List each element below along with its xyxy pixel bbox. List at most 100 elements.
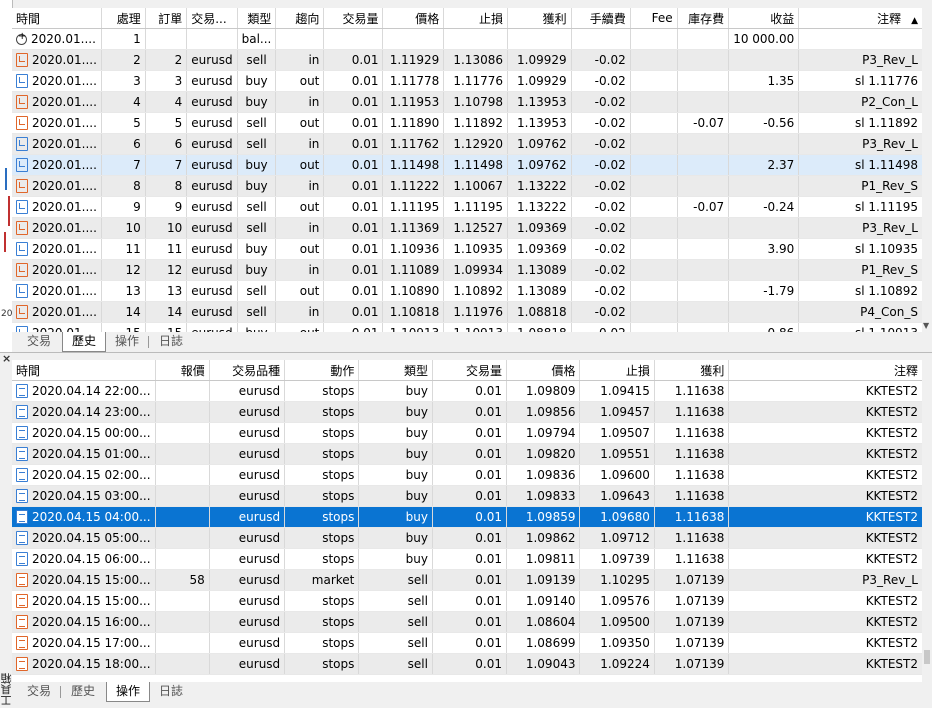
tab-journal[interactable]: 日誌	[150, 682, 192, 701]
table-cell: 0.01	[323, 70, 384, 92]
table-row[interactable]: 2020.01.... 14 14 eurusd sell in 0.01 1.10818 1.…	[12, 301, 923, 323]
column-header[interactable]: 注釋 ▲	[798, 8, 923, 29]
tab-label: 操作	[116, 684, 141, 698]
table-cell	[630, 238, 678, 260]
table-row[interactable]: 2020.01.... 8 8 eurusd buy in 0.01 1.11222 1.100…	[12, 175, 923, 197]
column-header[interactable]: 交易品種	[209, 360, 286, 381]
table-cell: 1.09712	[579, 527, 655, 549]
column-header[interactable]: 手續費	[571, 8, 631, 29]
table-row[interactable]: 2020.01.... 13 13 eurusd sell out 0.01 1.10890 1…	[12, 280, 923, 302]
table-cell	[630, 280, 678, 302]
tab-history[interactable]: 歷史	[62, 682, 104, 701]
column-header[interactable]: 時間	[12, 8, 103, 29]
table-row[interactable]: 2020.01.... 2 2 eurusd sell in 0.01 1.11929 1.13…	[12, 49, 923, 71]
table-row[interactable]: 2020.01.... 3 3 eurusd buy out 0.01 1.11778 1.11…	[12, 70, 923, 92]
table-row[interactable]: 2020.04.15 05:00... eurusd stops buy 0.01 1.0…	[12, 527, 923, 549]
column-header[interactable]: 交易量	[432, 360, 507, 381]
table-cell: 2020.01....	[12, 259, 103, 281]
table-row[interactable]: 2020.04.15 17:00... eurusd stops sell 0.01 1.…	[12, 632, 923, 654]
table-cell: 0.01	[432, 422, 507, 444]
table-cell: 1.11498	[382, 154, 445, 176]
table-cell: 0.01	[323, 280, 384, 302]
cell-text: sell	[246, 53, 267, 67]
table-cell	[630, 112, 678, 134]
table-cell: buy	[358, 401, 433, 423]
column-header[interactable]: 交易量	[323, 8, 384, 29]
table-row[interactable]: 2020.01.... 5 5 eurusd sell out 0.01 1.11890 1.1…	[12, 112, 923, 134]
history-scrollbar[interactable]: ▼	[922, 8, 932, 332]
cell-text: 2	[133, 53, 141, 67]
scroll-down-arrow[interactable]: ▼	[923, 321, 929, 330]
column-header[interactable]: 趨向	[275, 8, 325, 29]
column-header[interactable]: 價格	[506, 360, 581, 381]
column-header[interactable]: 獲利	[654, 360, 730, 381]
table-row[interactable]: 2020.01.... 1 bal... 10 000.00	[12, 28, 923, 50]
cell-text: 2020.04.14 22:00...	[32, 384, 151, 398]
column-header[interactable]: 注釋	[728, 360, 923, 381]
tab-history[interactable]: 歷史	[62, 332, 107, 352]
table-row[interactable]: 2020.04.15 16:00... eurusd stops sell 0.01 1.…	[12, 611, 923, 633]
cell-text: bal...	[241, 32, 272, 46]
tab-trade[interactable]: 交易	[18, 682, 60, 701]
cell-text: 0.01	[475, 405, 502, 419]
column-header[interactable]: Fee	[630, 8, 678, 29]
cell-text: 1.09833	[525, 489, 576, 503]
table-row[interactable]: 2020.04.15 02:00... eurusd stops buy 0.01 1.0…	[12, 464, 923, 486]
column-header[interactable]: 類型	[358, 360, 433, 381]
table-cell: eurusd	[209, 548, 286, 570]
buy-deal-icon	[16, 158, 28, 172]
table-row[interactable]: 2020.04.14 22:00... eurusd stops buy 0.01 1.0…	[12, 380, 923, 402]
tab-operations[interactable]: 操作	[106, 682, 151, 702]
tab-trade[interactable]: 交易	[18, 332, 60, 351]
table-row[interactable]: 2020.04.15 04:00... eurusd stops buy 0.01 1.0…	[12, 506, 923, 528]
orders-scrollbar[interactable]	[922, 360, 932, 682]
table-row[interactable]: 2020.04.15 15:00... eurusd stops sell 0.01 1.…	[12, 590, 923, 612]
table-row[interactable]: 2020.01.... 11 11 eurusd buy out 0.01 1.10936 1.…	[12, 238, 923, 260]
table-row[interactable]: 2020.04.15 01:00... eurusd stops buy 0.01 1.0…	[12, 443, 923, 465]
scroll-thumb[interactable]	[924, 650, 930, 664]
table-row[interactable]: 2020.01.... 9 9 eurusd sell out 0.01 1.11195 1.1…	[12, 196, 923, 218]
table-cell: KKTEST2	[728, 485, 923, 507]
column-header[interactable]: 止損	[443, 8, 508, 29]
table-row[interactable]: 2020.01.... 7 7 eurusd buy out 0.01 1.11498 1.11…	[12, 154, 923, 176]
table-row[interactable]: 2020.04.15 00:00... eurusd stops buy 0.01 1.0…	[12, 422, 923, 444]
table-cell: 3	[101, 70, 146, 92]
column-header[interactable]: 收益	[728, 8, 800, 29]
column-header[interactable]: 價格	[382, 8, 445, 29]
table-cell: sell	[237, 196, 277, 218]
cell-text: 2020.01....	[32, 284, 97, 298]
table-row[interactable]: 2020.01....1515eurusdbuyout0.011.109131.…	[12, 322, 923, 332]
column-header[interactable]: 處理	[101, 8, 146, 29]
table-row[interactable]: 2020.04.15 18:00... eurusd stops sell 0.01 1.…	[12, 653, 923, 675]
tab-operations[interactable]: 操作	[106, 332, 148, 351]
column-header[interactable]: 類型	[237, 8, 277, 29]
column-header[interactable]: 交易...	[186, 8, 238, 29]
table-cell: 2020.04.15 16:00...	[12, 611, 156, 633]
column-header[interactable]: 時間	[12, 360, 156, 381]
column-header[interactable]: 庫存費	[677, 8, 730, 29]
cell-text: 7	[174, 158, 183, 172]
table-cell: 1.11638	[654, 506, 730, 528]
table-row[interactable]: 2020.04.15 15:00... 58 eurusd market sell 0.0…	[12, 569, 923, 591]
table-row[interactable]: 2020.01.... 10 10 eurusd sell in 0.01 1.11369 1.…	[12, 217, 923, 239]
table-row[interactable]: 2020.04.14 23:00... eurusd stops buy 0.01 1.0…	[12, 401, 923, 423]
table-row[interactable]: 2020.01.... 12 12 eurusd buy in 0.01 1.11089 1.0…	[12, 259, 923, 281]
table-cell: buy	[237, 70, 277, 92]
table-row[interactable]: 2020.04.15 06:00... eurusd stops buy 0.01 1.0…	[12, 548, 923, 570]
column-header[interactable]: 訂單	[145, 8, 188, 29]
cell-text: -0.02	[594, 200, 626, 214]
column-header[interactable]: 動作	[284, 360, 360, 381]
table-cell: eurusd	[209, 590, 286, 612]
table-row[interactable]: 2020.01.... 6 6 eurusd sell in 0.01 1.11762 1.12…	[12, 133, 923, 155]
column-header[interactable]: 獲利	[507, 8, 572, 29]
table-cell: -0.02	[571, 217, 631, 239]
table-row[interactable]: 2020.04.15 03:00... eurusd stops buy 0.01 1.0…	[12, 485, 923, 507]
table-row[interactable]: 2020.01.... 4 4 eurusd buy in 0.01 1.11953 1.107…	[12, 91, 923, 113]
column-header[interactable]: 報價	[155, 360, 210, 381]
tab-journal[interactable]: 日誌	[150, 332, 192, 351]
column-header-label: 注釋	[893, 363, 918, 378]
table-cell: 1.11778	[382, 70, 445, 92]
cell-text: 0.01	[351, 179, 379, 193]
cell-text: 6	[174, 137, 183, 151]
column-header[interactable]: 止損	[579, 360, 655, 381]
